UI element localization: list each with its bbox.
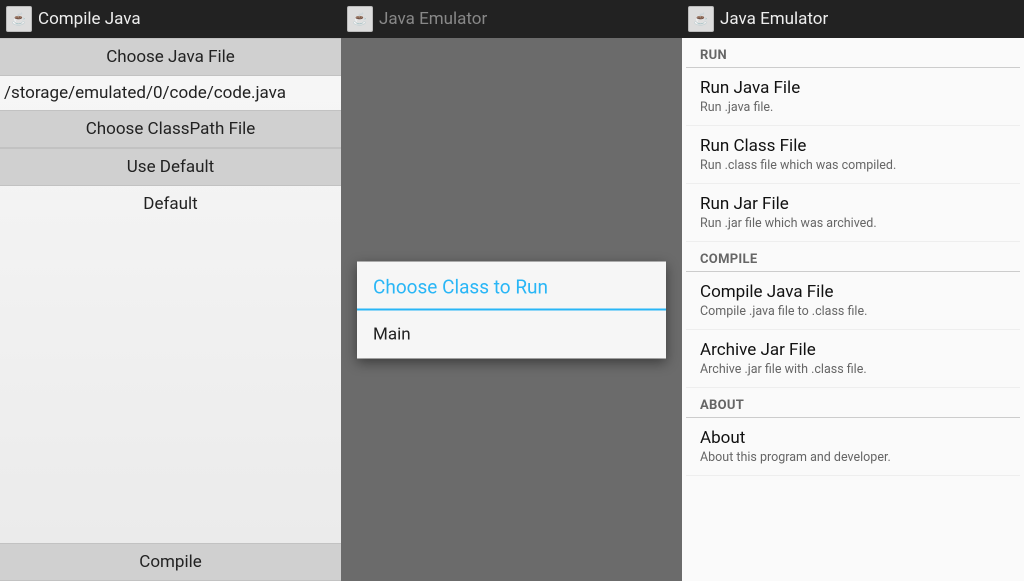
app-header: ☕ Compile Java: [0, 0, 341, 38]
java-file-path: /storage/emulated/0/code/code.java: [0, 76, 341, 110]
menu-item-archive-jar-file[interactable]: Archive Jar File Archive .jar file with …: [686, 330, 1020, 388]
screen-emulator-dialog: ☕ Java Emulator Choose Class to Run Main: [341, 0, 682, 581]
spacer: [0, 222, 341, 543]
screen-body: Choose Class to Run Main: [341, 38, 682, 581]
screen-compile-java: ☕ Compile Java Choose Java File /storage…: [0, 0, 341, 581]
choose-classpath-file-button[interactable]: Choose ClassPath File: [0, 110, 341, 148]
menu-item-desc: Run .java file.: [700, 100, 1006, 115]
menu-item-compile-java-file[interactable]: Compile Java File Compile .java file to …: [686, 272, 1020, 330]
menu-item-run-jar-file[interactable]: Run Jar File Run .jar file which was arc…: [686, 184, 1020, 242]
java-icon: ☕: [347, 6, 373, 32]
header-title: Java Emulator: [720, 9, 828, 29]
header-title: Compile Java: [38, 9, 141, 29]
app-header: ☕ Java Emulator: [682, 0, 1024, 38]
menu-item-desc: Run .jar file which was archived.: [700, 216, 1006, 231]
dialog-title: Choose Class to Run: [357, 261, 666, 308]
menu-item-title: Run Jar File: [700, 194, 1006, 214]
menu-item-about[interactable]: About About this program and developer.: [686, 418, 1020, 476]
classpath-default-label: Default: [0, 186, 341, 222]
screen-emulator-menu: ☕ Java Emulator RUN Run Java File Run .j…: [682, 0, 1024, 581]
header-title: Java Emulator: [379, 9, 487, 29]
choose-class-dialog: Choose Class to Run Main: [357, 261, 666, 358]
menu-item-run-class-file[interactable]: Run Class File Run .class file which was…: [686, 126, 1020, 184]
java-icon: ☕: [688, 6, 714, 32]
menu-item-title: Compile Java File: [700, 282, 1006, 302]
menu-item-title: Archive Jar File: [700, 340, 1006, 360]
section-header-run: RUN: [686, 38, 1020, 68]
screen-body: Choose Java File /storage/emulated/0/cod…: [0, 38, 341, 581]
section-header-compile: COMPILE: [686, 242, 1020, 272]
menu-item-title: Run Java File: [700, 78, 1006, 98]
menu-item-desc: Run .class file which was compiled.: [700, 158, 1006, 173]
menu-item-desc: Compile .java file to .class file.: [700, 304, 1006, 319]
app-header: ☕ Java Emulator: [341, 0, 682, 38]
compile-button[interactable]: Compile: [0, 543, 341, 581]
menu-item-title: About: [700, 428, 1006, 448]
java-icon: ☕: [6, 6, 32, 32]
dialog-item-main[interactable]: Main: [357, 310, 666, 358]
menu-item-desc: About this program and developer.: [700, 450, 1006, 465]
menu-item-run-java-file[interactable]: Run Java File Run .java file.: [686, 68, 1020, 126]
use-default-button[interactable]: Use Default: [0, 148, 341, 186]
section-header-about: ABOUT: [686, 388, 1020, 418]
screen-body: RUN Run Java File Run .java file. Run Cl…: [682, 38, 1024, 581]
choose-java-file-button[interactable]: Choose Java File: [0, 38, 341, 76]
menu-item-title: Run Class File: [700, 136, 1006, 156]
menu-item-desc: Archive .jar file with .class file.: [700, 362, 1006, 377]
